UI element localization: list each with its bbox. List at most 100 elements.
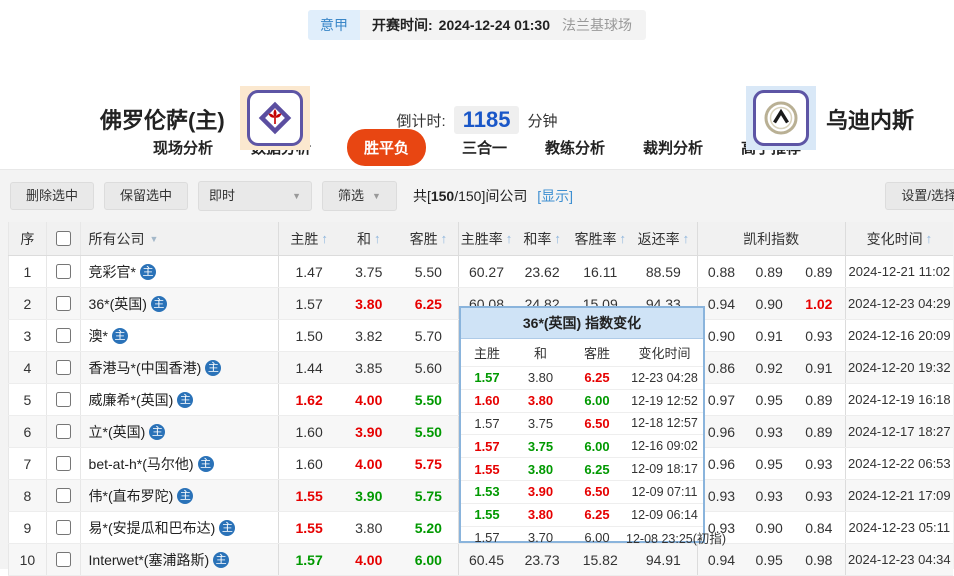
company-cell[interactable]: Interwet*(塞浦路斯) 主 <box>79 544 279 575</box>
row-checkbox-cell <box>45 416 80 447</box>
kelly-cell: 0.90 <box>755 519 783 536</box>
tab-5[interactable]: 教练分析 <box>543 129 607 166</box>
venue-name: 法兰基球场 <box>561 17 632 33</box>
header-payout-rate[interactable]: 返还率 ↑ <box>630 222 697 255</box>
kelly-cell: 0.90 <box>755 295 783 312</box>
header-draw-rate[interactable]: 和率 ↑ <box>514 222 571 255</box>
row-checkbox-cell <box>45 384 80 415</box>
company-name: 香港马*(中国香港) <box>88 359 202 376</box>
table-row: 1 竞彩官* 主 1.47 3.75 5.50 60.27 23.62 16.11 88.59 0.… <box>8 256 953 288</box>
company-cell[interactable]: 36*(英国) 主 <box>79 288 279 319</box>
row-checkbox[interactable] <box>55 552 71 567</box>
odds-cell: 1.50 <box>278 320 339 351</box>
popup-odds-cell: 3.75 <box>527 415 554 431</box>
company-cell[interactable]: bet-at-h*(马尔他) 主 <box>79 448 279 479</box>
header-payout-label: 返还率 <box>637 230 680 247</box>
change-time-cell: 2024-12-16 20:09 <box>844 320 953 351</box>
header-home-label: 主胜 <box>290 230 319 247</box>
row-checkbox[interactable] <box>55 264 71 279</box>
main-company-badge-icon: 主 <box>149 423 166 440</box>
main-company-badge-icon: 主 <box>177 391 194 408</box>
row-checkbox[interactable] <box>55 360 71 375</box>
popup-odds-cell: 6.25 <box>584 370 610 386</box>
popup-header-time: 变化时间 <box>638 346 691 361</box>
select-all-checkbox[interactable] <box>55 231 71 246</box>
popup-odds-cell: 3.80 <box>527 393 554 409</box>
odds-cell: 1.47 <box>278 256 339 287</box>
popup-time-cell: 12-09 06:14 <box>631 507 698 522</box>
away-team-logo <box>746 86 816 150</box>
header-home-odds[interactable]: 主胜 ↑ <box>278 222 339 255</box>
header-away-rate[interactable]: 客胜率 ↑ <box>570 222 630 255</box>
row-checkbox-cell <box>45 544 80 575</box>
row-checkbox[interactable] <box>55 392 71 407</box>
company-cell[interactable]: 易*(安提瓜和巴布达) 主 <box>79 512 279 543</box>
row-checkbox-cell <box>45 512 80 543</box>
odds-cell: 4.00 <box>355 551 383 568</box>
company-cell[interactable]: 澳* 主 <box>79 320 279 351</box>
rate-cell: 15.82 <box>582 551 618 568</box>
kelly-cell: 0.98 <box>805 551 833 568</box>
table-header-row: 序 所有公司 ▼ 主胜 ↑ 和 ↑ 客胜 ↑ 主胜率 ↑ 和率 ↑ 客胜率 ↑ 返还率 ↑ 凯利… <box>8 222 953 256</box>
tab-3[interactable]: 胜平负 <box>346 128 426 166</box>
header-company[interactable]: 所有公司 ▼ <box>79 222 279 255</box>
header-home-rate[interactable]: 主胜率 ↑ <box>458 222 514 255</box>
change-time-cell: 2024-12-21 17:09 <box>844 480 953 511</box>
kelly-cell: 0.91 <box>805 359 833 376</box>
kickoff-time: 开赛时间: 2024-12-24 01:30 <box>360 15 562 35</box>
countdown-label: 倒计时: <box>396 112 446 130</box>
delete-selected-button[interactable]: 删除选中 <box>10 182 95 210</box>
row-checkbox[interactable] <box>55 296 71 311</box>
rate-cell: 23.62 <box>524 263 560 280</box>
row-index: 7 <box>8 448 46 479</box>
header-draw-odds[interactable]: 和 ↑ <box>339 222 399 255</box>
popup-odds-cell: 6.00 <box>584 438 610 454</box>
popup-row: 1.55 3.80 6.25 12-09 06:14 <box>461 502 703 526</box>
row-checkbox-cell <box>45 448 80 479</box>
kelly-cell: 0.93 <box>755 423 783 440</box>
popup-header-row: 主胜 和 客胜 变化时间 <box>461 339 703 366</box>
company-cell[interactable]: 香港马*(中国香港) 主 <box>79 352 279 383</box>
popup-header-home: 主胜 <box>473 346 500 361</box>
tab-6[interactable]: 裁判分析 <box>641 129 705 166</box>
instant-dropdown[interactable]: 即时 ▼ <box>198 181 313 211</box>
rate-cell: 16.11 <box>583 263 618 280</box>
keep-selected-button[interactable]: 保留选中 <box>104 182 189 210</box>
popup-time-cell: 12-23 04:28 <box>631 370 698 385</box>
header-change-time-label: 变化时间 <box>866 230 923 247</box>
odds-cell: 6.25 <box>414 295 442 312</box>
row-checkbox[interactable] <box>55 456 71 471</box>
company-cell[interactable]: 伟*(直布罗陀) 主 <box>79 480 279 511</box>
header-away-odds[interactable]: 客胜 ↑ <box>399 222 459 255</box>
instant-dropdown-label: 即时 <box>209 188 236 203</box>
sort-up-icon: ↑ <box>505 231 513 246</box>
show-link[interactable]: [显示] <box>537 188 573 204</box>
row-checkbox[interactable] <box>55 328 71 343</box>
header-company-label: 所有公司 <box>88 230 145 247</box>
row-checkbox[interactable] <box>55 488 71 503</box>
company-cell[interactable]: 竞彩官* 主 <box>79 256 279 287</box>
row-index: 5 <box>8 384 46 415</box>
header-checkbox-cell <box>45 222 80 255</box>
popup-odds-cell: 3.80 <box>527 370 554 386</box>
settings-select-button[interactable]: 设置/选择 <box>885 182 954 210</box>
popup-odds-cell: 1.57 <box>474 370 500 386</box>
row-checkbox[interactable] <box>55 424 71 439</box>
company-cell[interactable]: 威廉希*(英国) 主 <box>79 384 279 415</box>
row-checkbox[interactable] <box>55 520 71 535</box>
tab-4[interactable]: 三合一 <box>460 129 509 166</box>
sort-up-icon: ↑ <box>619 231 626 246</box>
company-cell[interactable]: 立*(英国) 主 <box>79 416 279 447</box>
count-prefix: 共[ <box>412 188 431 204</box>
popup-odds-cell: 6.25 <box>584 507 610 523</box>
row-checkbox-cell <box>45 352 80 383</box>
header-change-time[interactable]: 变化时间 ↑ <box>844 222 953 255</box>
change-time-cell: 2024-12-20 19:32 <box>844 352 953 383</box>
filter-dropdown[interactable]: 筛选 ▼ <box>322 181 397 211</box>
odds-cell: 6.00 <box>414 551 442 568</box>
chevron-down-icon: ▼ <box>372 191 381 201</box>
table-toolbar: 删除选中 保留选中 即时 ▼ 筛选 ▼ 共[150/150]间公司 [显示] 设… <box>0 170 954 222</box>
change-time-cell: 2024-12-23 04:29 <box>844 288 953 319</box>
kelly-cell: 0.89 <box>805 423 833 440</box>
row-checkbox-cell <box>45 480 80 511</box>
